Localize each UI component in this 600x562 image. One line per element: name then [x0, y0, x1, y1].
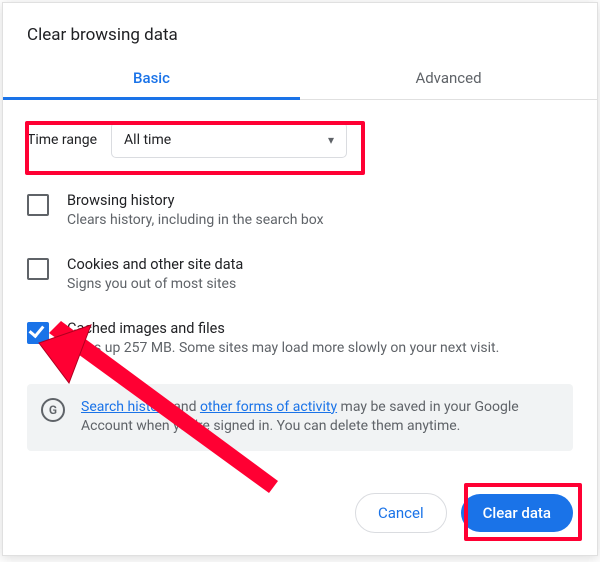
options-list: Browsing history Clears history, includi… [27, 192, 573, 358]
option-desc: Clears history, including in the search … [67, 211, 324, 230]
option-title: Cached images and files [67, 320, 499, 337]
cancel-button[interactable]: Cancel [355, 493, 447, 533]
notice-text: Search history and other forms of activi… [81, 398, 557, 437]
tab-row: Basic Advanced [3, 59, 597, 100]
tab-basic[interactable]: Basic [3, 59, 300, 99]
tab-advanced[interactable]: Advanced [300, 59, 597, 99]
option-title: Cookies and other site data [67, 256, 243, 273]
clear-data-button[interactable]: Clear data [461, 494, 573, 532]
option-text: Browsing history Clears history, includi… [67, 192, 324, 230]
checkbox-browsing-history[interactable] [27, 194, 49, 216]
option-cached: Cached images and files Frees up 257 MB.… [27, 320, 573, 358]
link-other-activity[interactable]: other forms of activity [200, 399, 337, 415]
option-browsing-history: Browsing history Clears history, includi… [27, 192, 573, 230]
dialog-title: Clear browsing data [27, 25, 573, 45]
time-range-row: Time range All time ▾ [27, 122, 573, 158]
checkbox-cookies[interactable] [27, 258, 49, 280]
option-text: Cached images and files Frees up 257 MB.… [67, 320, 499, 358]
link-search-history[interactable]: Search history [81, 399, 170, 415]
checkbox-cached[interactable] [27, 322, 49, 344]
notice-mid1: and [170, 399, 200, 415]
dialog-footer: Cancel Clear data [355, 493, 573, 533]
option-desc: Frees up 257 MB. Some sites may load mor… [67, 339, 499, 358]
time-range-select[interactable]: All time ▾ [111, 122, 347, 158]
clear-browsing-data-dialog: Clear browsing data Basic Advanced Time … [2, 2, 598, 556]
time-range-value: All time [124, 132, 171, 148]
option-title: Browsing history [67, 192, 324, 209]
option-text: Cookies and other site data Signs you ou… [67, 256, 243, 294]
google-g-icon: G [41, 398, 65, 422]
option-cookies: Cookies and other site data Signs you ou… [27, 256, 573, 294]
option-desc: Signs you out of most sites [67, 275, 243, 294]
time-range-label: Time range [27, 132, 97, 148]
google-account-notice: G Search history and other forms of acti… [27, 384, 573, 451]
chevron-down-icon: ▾ [328, 133, 334, 147]
